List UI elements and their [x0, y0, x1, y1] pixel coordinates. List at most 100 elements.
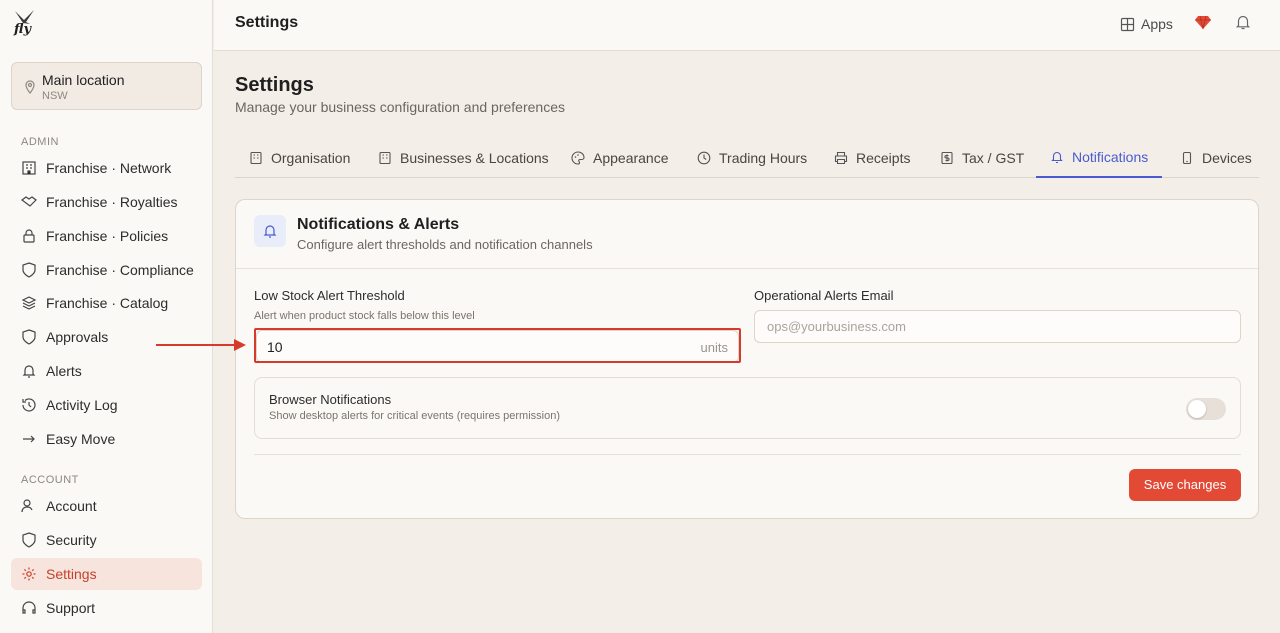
shield-icon	[22, 262, 36, 278]
sidebar-item-label: Activity Log	[46, 397, 118, 413]
gem-icon[interactable]	[1194, 13, 1212, 31]
logo-text: fly	[14, 22, 32, 37]
highlight-box	[254, 328, 741, 363]
sidebar-item-label: Settings	[46, 566, 97, 582]
sidebar-item-label: Alerts	[46, 363, 82, 379]
apps-button[interactable]: Apps	[1120, 13, 1173, 35]
top-bar: Settings Apps	[214, 0, 1280, 51]
gear-icon	[22, 567, 36, 581]
sidebar-item-label: Franchise · Network	[46, 160, 172, 176]
apps-label: Apps	[1141, 16, 1173, 32]
sidebar-item-label: Franchise · Compliance	[46, 262, 194, 278]
card-header-icon-box	[254, 215, 286, 247]
sidebar-item-franchise-catalog[interactable]: Franchise · Catalog	[11, 287, 202, 319]
sidebar-item-label: Franchise · Policies	[46, 228, 169, 244]
tab-label: Receipts	[856, 150, 911, 166]
tab-receipts[interactable]: Receipts	[834, 138, 910, 178]
map-pin-icon	[25, 80, 35, 94]
grid-icon	[1120, 17, 1135, 31]
tab-label: Tax / GST	[962, 150, 1025, 166]
ops-email-label: Operational Alerts Email	[754, 288, 894, 303]
shield-check-icon	[22, 329, 36, 345]
browser-notifications-title: Browser Notifications	[269, 392, 392, 407]
save-button-label: Save changes	[1143, 477, 1227, 492]
sidebar-item-label: Security	[46, 532, 97, 548]
sidebar: fly Main location NSW ADMIN Franchise · …	[0, 0, 213, 633]
sidebar-item-label: Account	[46, 498, 97, 514]
user-icon	[21, 499, 33, 513]
location-switcher[interactable]: Main location NSW	[11, 62, 202, 110]
sidebar-item-franchise-policies[interactable]: Franchise · Policies	[11, 220, 202, 252]
handshake-icon	[21, 196, 37, 207]
building-icon	[250, 151, 262, 165]
palette-icon	[571, 151, 585, 165]
top-bar-title: Settings	[235, 14, 299, 31]
low-stock-help: Alert when product stock falls below thi…	[254, 310, 475, 322]
sidebar-item-label: Support	[46, 600, 96, 616]
browser-notifications-subtitle: Show desktop alerts for critical events …	[269, 410, 561, 422]
sidebar-item-activity-log[interactable]: Activity Log	[11, 389, 202, 421]
tab-appearance[interactable]: Appearance	[571, 138, 669, 178]
divider	[254, 454, 1241, 455]
sidebar-item-settings[interactable]: Settings	[11, 558, 202, 590]
section-label-account: ACCOUNT	[21, 474, 79, 486]
sidebar-item-support[interactable]: Support	[11, 592, 202, 624]
save-changes-button[interactable]: Save changes	[1129, 469, 1241, 501]
layers-icon	[21, 296, 37, 310]
card-subtitle: Configure alert thresholds and notificat…	[297, 237, 593, 252]
printer-icon	[834, 151, 848, 165]
sidebar-item-easy-move[interactable]: Easy Move	[11, 423, 202, 455]
headset-icon	[22, 601, 36, 614]
section-label-admin: ADMIN	[21, 136, 59, 148]
phone-icon	[1182, 151, 1192, 165]
settings-tabs: Organisation Businesses & Locations Appe…	[235, 138, 1259, 178]
tab-tax-gst[interactable]: Tax / GST	[940, 138, 1024, 178]
sidebar-item-franchise-network[interactable]: Franchise · Network	[11, 152, 202, 184]
sidebar-item-account[interactable]: Account	[11, 490, 202, 522]
lock-icon	[23, 229, 35, 243]
low-stock-label: Low Stock Alert Threshold	[254, 288, 405, 303]
history-icon	[22, 398, 36, 412]
tab-notifications[interactable]: Notifications	[1036, 138, 1163, 178]
tab-trading-hours[interactable]: Trading Hours	[697, 138, 807, 178]
shield-icon	[22, 532, 36, 548]
sidebar-item-label: Approvals	[46, 329, 109, 345]
ops-email-placeholder: ops@yourbusiness.com	[767, 319, 906, 334]
location-region: NSW	[42, 90, 68, 102]
sidebar-item-label: Franchise · Catalog	[46, 295, 169, 311]
bell-icon	[263, 225, 277, 238]
bell-icon	[1051, 151, 1063, 164]
bell-icon	[22, 365, 36, 378]
tab-devices[interactable]: Devices	[1180, 138, 1252, 178]
tab-label: Appearance	[593, 150, 669, 166]
notifications-bell-icon[interactable]	[1234, 13, 1252, 31]
toggle-knob	[1188, 400, 1206, 418]
sidebar-item-franchise-compliance[interactable]: Franchise · Compliance	[11, 254, 202, 286]
tab-label: Businesses & Locations	[400, 150, 549, 166]
browser-notifications-row: Browser Notifications Show desktop alert…	[254, 377, 1241, 439]
clock-icon	[697, 151, 711, 165]
location-name: Main location	[42, 72, 125, 88]
sidebar-item-franchise-royalties[interactable]: Franchise · Royalties	[11, 186, 202, 218]
building-icon	[22, 161, 36, 175]
receipt-dollar-icon	[941, 151, 953, 165]
card-title: Notifications & Alerts	[297, 216, 460, 233]
tab-label: Trading Hours	[719, 150, 808, 166]
sidebar-item-label: Easy Move	[46, 431, 116, 447]
tab-label: Devices	[1202, 150, 1252, 166]
sidebar-item-security[interactable]: Security	[11, 524, 202, 556]
building-icon	[379, 151, 391, 165]
arrow-right-icon	[23, 435, 35, 443]
page-subtitle: Manage your business configuration and p…	[235, 99, 565, 115]
tab-businesses-locations[interactable]: Businesses & Locations	[378, 138, 549, 178]
annotation-arrow-icon	[156, 339, 246, 351]
page-title: Settings	[235, 74, 314, 96]
tab-label: Organisation	[271, 150, 351, 166]
tab-organisation[interactable]: Organisation	[249, 138, 350, 178]
card-header: Notifications & Alerts Configure alert t…	[236, 200, 1258, 269]
sidebar-item-alerts[interactable]: Alerts	[11, 355, 202, 387]
ops-email-input[interactable]: ops@yourbusiness.com	[754, 310, 1241, 343]
sidebar-item-label: Franchise · Royalties	[46, 194, 178, 210]
tab-label: Notifications	[1072, 149, 1149, 165]
browser-notifications-toggle[interactable]	[1186, 398, 1226, 420]
